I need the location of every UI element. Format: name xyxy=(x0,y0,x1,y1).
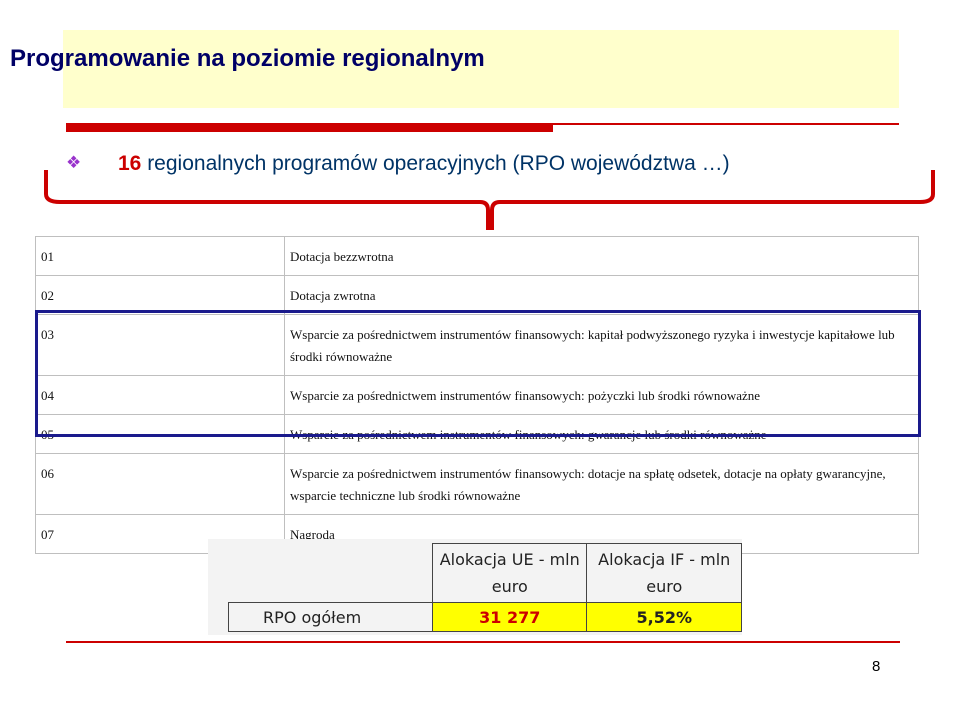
table-row: 05 Wsparcie za pośrednictwem instrumentów… xyxy=(35,414,919,454)
description-cell: Dotacja zwrotna xyxy=(284,275,919,315)
description-cell: Wsparcie za pośrednictwem instrumentów f… xyxy=(284,453,919,515)
code-cell: 05 xyxy=(35,414,285,454)
table-row: 01 Dotacja bezzwrotna xyxy=(35,236,919,276)
code-cell: 01 xyxy=(35,236,285,276)
table-row: 06 Wsparcie za pośrednictwem instrumentów… xyxy=(35,453,919,515)
footer-line xyxy=(66,641,900,643)
empty-header-cell xyxy=(228,543,433,603)
allocation-table-wrapper: Alokacja UE - mln euro Alokacja IF - mln… xyxy=(208,539,742,635)
table-row: 03 Wsparcie za pośrednictwem instrumentów… xyxy=(35,314,919,376)
code-cell: 06 xyxy=(35,453,285,515)
table-row: RPO ogółem 31 277 5,52% xyxy=(228,602,742,632)
codes-table-wrapper: 01 Dotacja bezzwrotna 02 Dotacja zwrotna 0… xyxy=(35,236,919,554)
description-cell: Wsparcie za pośrednictwem instrumentów f… xyxy=(284,375,919,415)
header-alokacja-ue: Alokacja UE - mln euro xyxy=(431,543,588,603)
header-alokacja-if: Alokacja IF - mln euro xyxy=(586,543,742,603)
code-cell: 03 xyxy=(35,314,285,376)
code-cell: 02 xyxy=(35,275,285,315)
description-cell: Dotacja bezzwrotna xyxy=(284,236,919,276)
codes-table: 01 Dotacja bezzwrotna 02 Dotacja zwrotna 0… xyxy=(35,236,919,554)
allocation-table: Alokacja UE - mln euro Alokacja IF - mln… xyxy=(228,543,742,632)
title-accent-bar xyxy=(66,124,553,132)
row-label-rpo: RPO ogółem xyxy=(228,602,433,632)
code-cell: 04 xyxy=(35,375,285,415)
value-alokacja-ue: 31 277 xyxy=(431,602,588,632)
description-cell: Wsparcie za pośrednictwem instrumentów f… xyxy=(284,414,919,454)
value-alokacja-if: 5,52% xyxy=(586,602,742,632)
description-cell: Wsparcie za pośrednictwem instrumentów f… xyxy=(284,314,919,376)
table-row: 04 Wsparcie za pośrednictwem instrumentów… xyxy=(35,375,919,415)
slide-title: Programowanie na poziomie regionalnym xyxy=(10,45,485,72)
page-number: 8 xyxy=(872,658,881,675)
table-row: 02 Dotacja zwrotna xyxy=(35,275,919,315)
curly-brace-icon xyxy=(44,170,935,230)
table-row: Alokacja UE - mln euro Alokacja IF - mln… xyxy=(228,543,742,603)
